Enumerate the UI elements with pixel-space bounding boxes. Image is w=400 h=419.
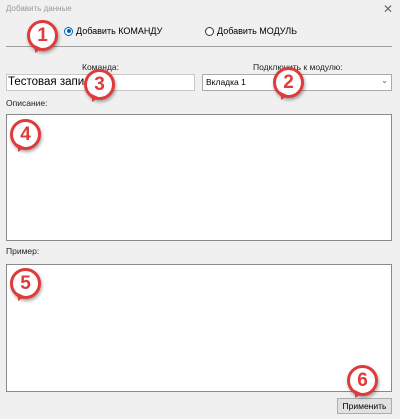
example-textarea[interactable] [6,264,392,392]
annotation-badge-4: 4 [10,119,41,150]
apply-button[interactable]: Применить [337,398,392,414]
radio-add-module[interactable]: Добавить МОДУЛЬ [205,26,297,36]
radio-selected-icon [64,26,73,36]
annotation-badge-1: 1 [27,20,58,51]
title-bar: Добавить данные ✕ [0,0,400,18]
radio-unselected-icon [205,26,214,36]
description-label: Описание: [6,98,48,108]
annotation-badge-6: 6 [347,365,378,396]
window-title: Добавить данные [6,4,72,13]
annotation-badge-3: 3 [84,69,115,100]
radio-add-module-label: Добавить МОДУЛЬ [217,26,298,36]
add-data-window: Добавить данные ✕ Добавить КОМАНДУ Добав… [0,0,400,419]
annotation-badge-2: 2 [273,67,304,98]
close-icon[interactable]: ✕ [380,1,396,17]
module-select-value: Вкладка 1 [206,77,246,87]
divider [6,46,392,47]
radio-add-command[interactable]: Добавить КОМАНДУ [64,26,162,36]
annotation-badge-5: 5 [10,268,41,299]
radio-add-command-label: Добавить КОМАНДУ [76,26,163,36]
chevron-down-icon: ⌄ [381,76,388,85]
example-label: Пример: [6,246,40,256]
description-textarea[interactable] [6,114,392,241]
